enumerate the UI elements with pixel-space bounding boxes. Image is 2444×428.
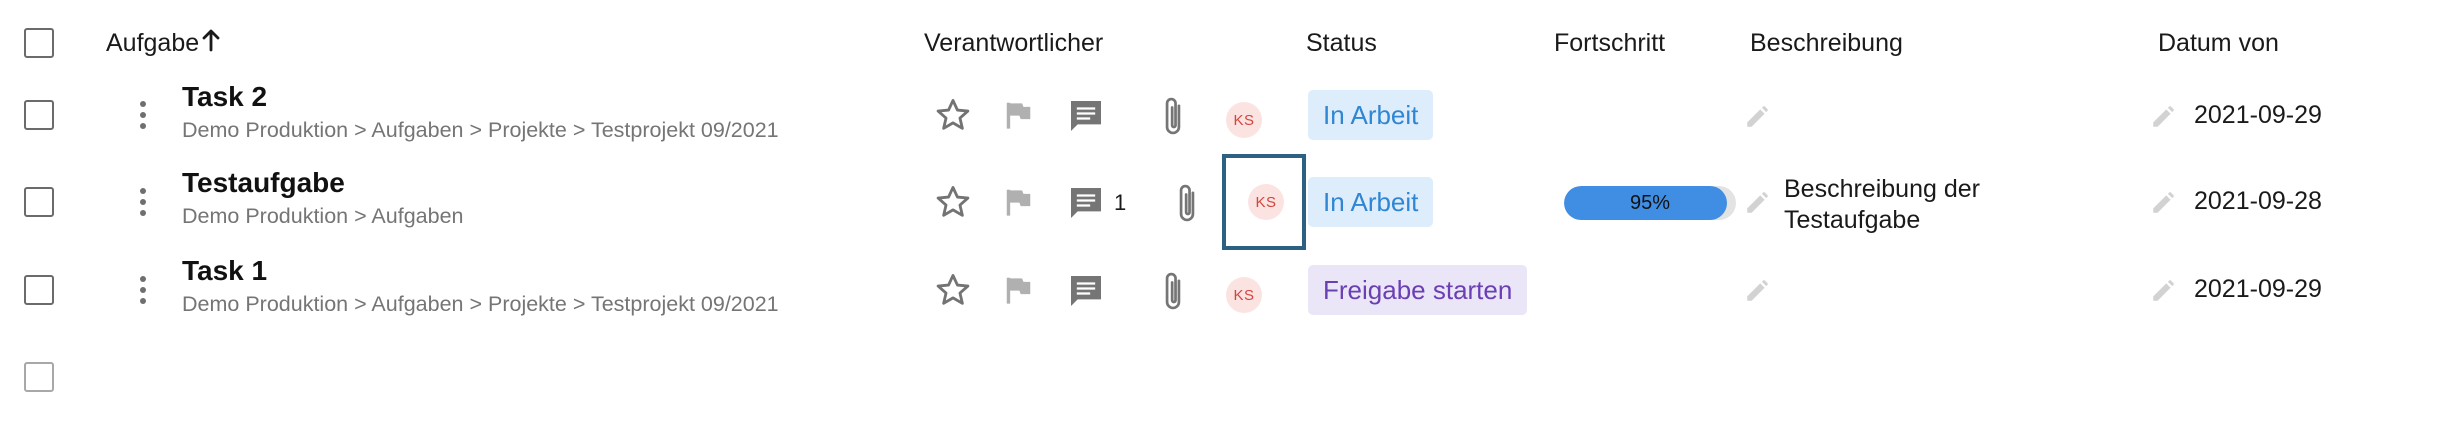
avatar[interactable]: KS <box>1248 184 1284 220</box>
paperclip-icon[interactable] <box>1158 269 1188 313</box>
pencil-icon[interactable] <box>1744 278 1770 304</box>
star-icon[interactable] <box>934 96 972 134</box>
row-checkbox[interactable] <box>24 187 54 217</box>
progress-bar: 95% <box>1564 186 1736 220</box>
flag-icon[interactable] <box>1004 275 1032 305</box>
date-from[interactable]: 2021-09-28 <box>2194 184 2322 218</box>
column-header-task[interactable]: Aufgabe <box>106 26 221 61</box>
table-row[interactable]: Testaufgabe Demo Produktion > Aufgaben 1… <box>0 154 2444 252</box>
task-breadcrumb: Demo Produktion > Aufgaben <box>182 204 464 228</box>
task-description[interactable]: Beschreibung der Testaufgabe <box>1784 174 2044 236</box>
table-row[interactable]: Task 1 Demo Produktion > Aufgaben > Proj… <box>0 254 2444 340</box>
star-icon[interactable] <box>934 183 972 221</box>
date-from[interactable]: 2021-09-29 <box>2194 272 2322 306</box>
pencil-icon[interactable] <box>2150 190 2176 216</box>
comment-count: 1 <box>1114 190 1127 215</box>
pencil-icon[interactable] <box>1744 190 1770 216</box>
arrow-up-icon[interactable] <box>201 27 221 61</box>
column-header-status[interactable]: Status <box>1306 26 1377 60</box>
column-header-progress[interactable]: Fortschritt <box>1554 26 1665 60</box>
avatar[interactable]: KS <box>1226 102 1262 138</box>
status-badge[interactable]: In Arbeit <box>1308 177 1434 227</box>
column-header-date[interactable]: Datum von <box>2158 26 2279 60</box>
comment-icon[interactable] <box>1066 183 1106 223</box>
select-all-checkbox[interactable] <box>24 28 54 58</box>
owner-cell-focus[interactable]: KS <box>1222 154 1306 250</box>
pencil-icon[interactable] <box>2150 104 2176 130</box>
status-badge[interactable]: Freigabe starten <box>1308 265 1528 315</box>
paperclip-icon[interactable] <box>1158 94 1188 138</box>
row-checkbox[interactable] <box>24 275 54 305</box>
pencil-icon[interactable] <box>2150 278 2176 304</box>
more-vertical-icon[interactable] <box>138 188 148 216</box>
status-badge[interactable]: In Arbeit <box>1308 90 1434 140</box>
comment-icon[interactable] <box>1066 271 1106 311</box>
column-header-owner[interactable]: Verantwortlicher <box>924 26 1103 60</box>
new-row-checkbox[interactable] <box>24 362 54 392</box>
task-breadcrumb: Demo Produktion > Aufgaben > Projekte > … <box>182 292 779 316</box>
task-title[interactable]: Task 2 <box>182 80 267 114</box>
star-icon[interactable] <box>934 271 972 309</box>
more-vertical-icon[interactable] <box>138 276 148 304</box>
row-checkbox[interactable] <box>24 100 54 130</box>
flag-icon[interactable] <box>1004 100 1032 130</box>
progress-label: 95% <box>1629 192 1671 214</box>
task-title[interactable]: Testaufgabe <box>182 166 345 200</box>
column-header-description[interactable]: Beschreibung <box>1750 26 1903 60</box>
comment-icon[interactable] <box>1066 96 1106 136</box>
task-breadcrumb: Demo Produktion > Aufgaben > Projekte > … <box>182 118 779 142</box>
paperclip-icon[interactable] <box>1172 181 1202 225</box>
more-vertical-icon[interactable] <box>138 101 148 129</box>
flag-icon[interactable] <box>1004 187 1032 217</box>
task-title[interactable]: Task 1 <box>182 254 267 288</box>
pencil-icon[interactable] <box>1744 104 1770 130</box>
avatar[interactable]: KS <box>1226 277 1262 313</box>
date-from[interactable]: 2021-09-29 <box>2194 98 2322 132</box>
